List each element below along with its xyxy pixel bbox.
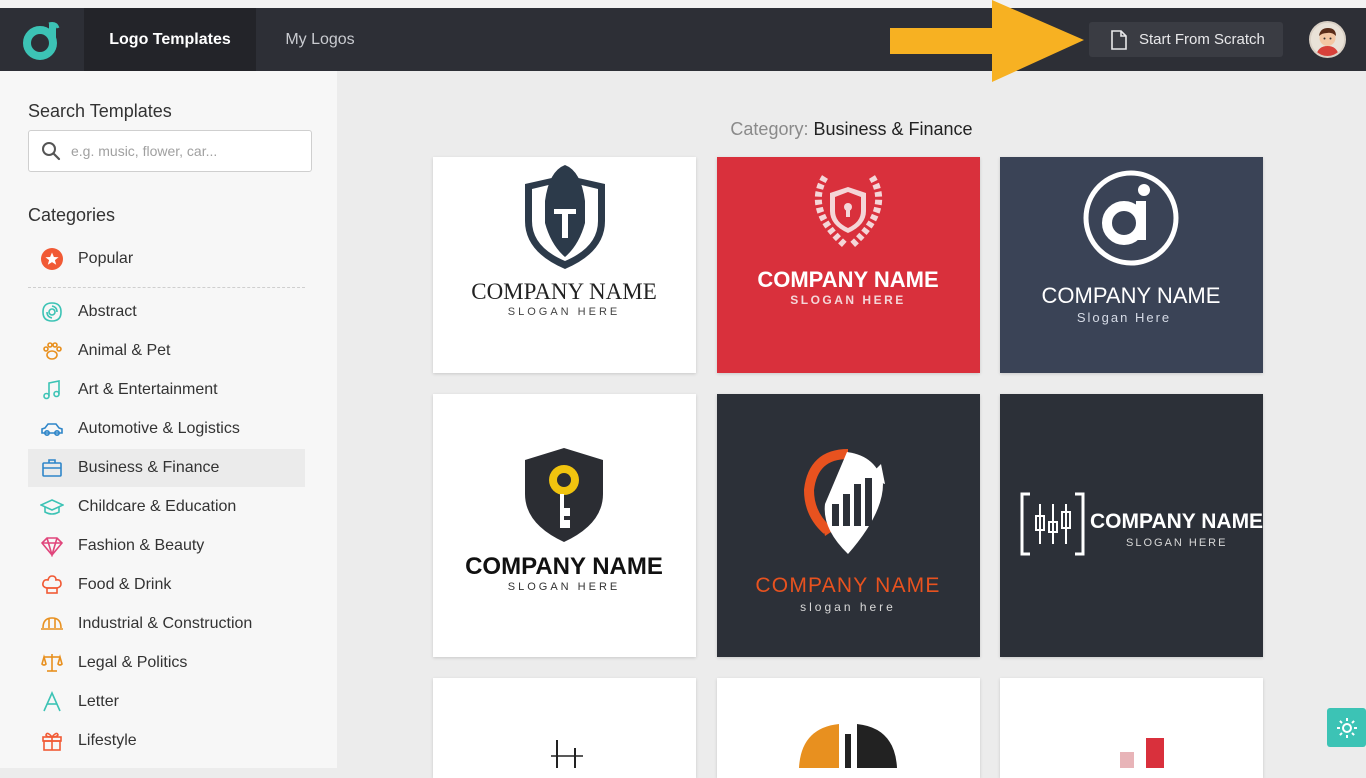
category-business-finance[interactable]: Business & Finance bbox=[28, 449, 305, 487]
template-preview: COMPANY NAME SLOGAN HERE bbox=[471, 165, 657, 318]
template-company-name: COMPANY NAME bbox=[465, 553, 663, 580]
template-slogan: SLOGAN HERE bbox=[508, 581, 620, 593]
category-label: Letter bbox=[78, 693, 119, 710]
template-company-name: COMPANY NAME bbox=[1042, 283, 1221, 308]
category-heading: Category: Business & Finance bbox=[730, 119, 973, 139]
diamond-icon bbox=[40, 534, 64, 558]
scales-icon bbox=[40, 651, 64, 675]
search-icon bbox=[42, 142, 61, 161]
template-card[interactable] bbox=[717, 678, 980, 778]
template-card[interactable] bbox=[433, 678, 696, 778]
category-popular[interactable]: Popular bbox=[28, 240, 305, 278]
briefcase-icon bbox=[40, 456, 64, 480]
template-card[interactable]: COMPANY NAME SLOGAN HERE bbox=[1000, 394, 1263, 657]
template-company-name: COMPANY NAME bbox=[757, 267, 938, 292]
category-label: Food & Drink bbox=[78, 576, 172, 593]
search-box[interactable] bbox=[28, 130, 312, 172]
user-avatar[interactable] bbox=[1309, 21, 1346, 58]
template-company-name: COMPANY NAME bbox=[755, 574, 940, 597]
template-company-name: COMPANY NAME bbox=[471, 279, 657, 304]
category-lifestyle[interactable]: Lifestyle bbox=[28, 722, 305, 760]
music-note-icon bbox=[40, 378, 64, 402]
category-label: Fashion & Beauty bbox=[78, 537, 205, 554]
category-animal-pet[interactable]: Animal & Pet bbox=[28, 332, 305, 370]
template-card[interactable]: COMPANY NAME SLOGAN HERE bbox=[433, 157, 696, 373]
app-logo[interactable] bbox=[0, 8, 84, 71]
category-label: Popular bbox=[78, 250, 134, 267]
category-label: Industrial & Construction bbox=[78, 615, 253, 632]
chef-hat-icon bbox=[40, 573, 64, 597]
hard-hat-icon bbox=[40, 612, 64, 636]
template-card[interactable]: COMPANY NAME SLOGAN HERE bbox=[433, 394, 696, 657]
paw-icon bbox=[40, 339, 64, 363]
category-industrial-construction[interactable]: Industrial & Construction bbox=[28, 605, 305, 643]
category-automotive-logistics[interactable]: Automotive & Logistics bbox=[28, 410, 305, 448]
category-label: Automotive & Logistics bbox=[78, 420, 240, 437]
tab-logo-templates[interactable]: Logo Templates bbox=[84, 8, 256, 71]
start-from-scratch-button[interactable]: Start From Scratch bbox=[1089, 22, 1283, 57]
category-heading-value: Business & Finance bbox=[813, 119, 973, 139]
template-slogan: SLOGAN HERE bbox=[790, 293, 906, 307]
category-childcare-education[interactable]: Childcare & Education bbox=[28, 488, 305, 526]
template-card[interactable]: COMPANY NAME Slogan Here bbox=[1000, 157, 1263, 373]
template-slogan: SLOGAN HERE bbox=[1126, 537, 1227, 549]
abstract-icon bbox=[40, 300, 64, 324]
star-icon bbox=[40, 247, 64, 271]
categories-title: Categories bbox=[28, 205, 116, 225]
template-slogan: Slogan Here bbox=[1077, 310, 1171, 325]
category-legal-politics[interactable]: Legal & Politics bbox=[28, 644, 305, 682]
search-templates-title: Search Templates bbox=[28, 101, 172, 121]
avatar-face-icon bbox=[1311, 23, 1344, 56]
sidebar: Search Templates Categories Popular Abst… bbox=[0, 71, 337, 768]
app-logo-icon bbox=[23, 21, 60, 60]
template-preview bbox=[551, 740, 583, 768]
category-letter[interactable]: Letter bbox=[28, 683, 305, 721]
car-icon bbox=[40, 417, 64, 441]
category-label: Animal & Pet bbox=[78, 342, 171, 359]
graduation-cap-icon bbox=[40, 495, 64, 519]
category-label: Lifestyle bbox=[78, 732, 137, 749]
template-preview: COMPANY NAME SLOGAN HERE bbox=[465, 448, 663, 593]
category-heading-label: Category bbox=[730, 119, 804, 139]
template-preview: COMPANY NAME SLOGAN HERE bbox=[757, 175, 939, 307]
template-card[interactable] bbox=[1000, 678, 1263, 778]
category-label: Art & Entertainment bbox=[78, 381, 218, 398]
template-card[interactable]: COMPANY NAME SLOGAN HERE bbox=[717, 157, 980, 373]
template-company-name: COMPANY NAME bbox=[1090, 510, 1263, 533]
settings-button[interactable] bbox=[1327, 708, 1366, 747]
category-label: Legal & Politics bbox=[78, 654, 188, 671]
letter-a-icon bbox=[40, 690, 64, 714]
search-input[interactable] bbox=[71, 143, 291, 159]
document-icon bbox=[1111, 29, 1127, 50]
category-art-entertainment[interactable]: Art & Entertainment bbox=[28, 371, 305, 409]
template-preview bbox=[799, 724, 897, 768]
category-divider bbox=[28, 287, 305, 288]
template-preview bbox=[1120, 738, 1164, 768]
template-card[interactable]: COMPANY NAME slogan here bbox=[717, 394, 980, 657]
top-navbar: Logo Templates My Logos Start From Scrat… bbox=[0, 0, 1366, 82]
template-slogan: slogan here bbox=[800, 600, 896, 614]
tab-my-logos[interactable]: My Logos bbox=[256, 8, 384, 71]
template-preview: COMPANY NAME SLOGAN HERE bbox=[1020, 492, 1263, 556]
browser-strip bbox=[0, 0, 1366, 8]
category-label: Business & Finance bbox=[78, 459, 220, 476]
gift-icon bbox=[40, 729, 64, 753]
category-label: Abstract bbox=[78, 303, 137, 320]
gear-icon bbox=[1336, 717, 1357, 738]
category-fashion-beauty[interactable]: Fashion & Beauty bbox=[28, 527, 305, 565]
start-from-scratch-label: Start From Scratch bbox=[1139, 31, 1265, 48]
main-content: Category: Business & Finance COMPANY NAM… bbox=[337, 71, 1366, 778]
category-abstract[interactable]: Abstract bbox=[28, 293, 305, 331]
template-preview: COMPANY NAME slogan here bbox=[755, 449, 940, 614]
template-slogan: SLOGAN HERE bbox=[508, 306, 620, 318]
template-preview: COMPANY NAME Slogan Here bbox=[1042, 170, 1221, 325]
category-label: Childcare & Education bbox=[78, 498, 237, 515]
category-food-drink[interactable]: Food & Drink bbox=[28, 566, 305, 604]
